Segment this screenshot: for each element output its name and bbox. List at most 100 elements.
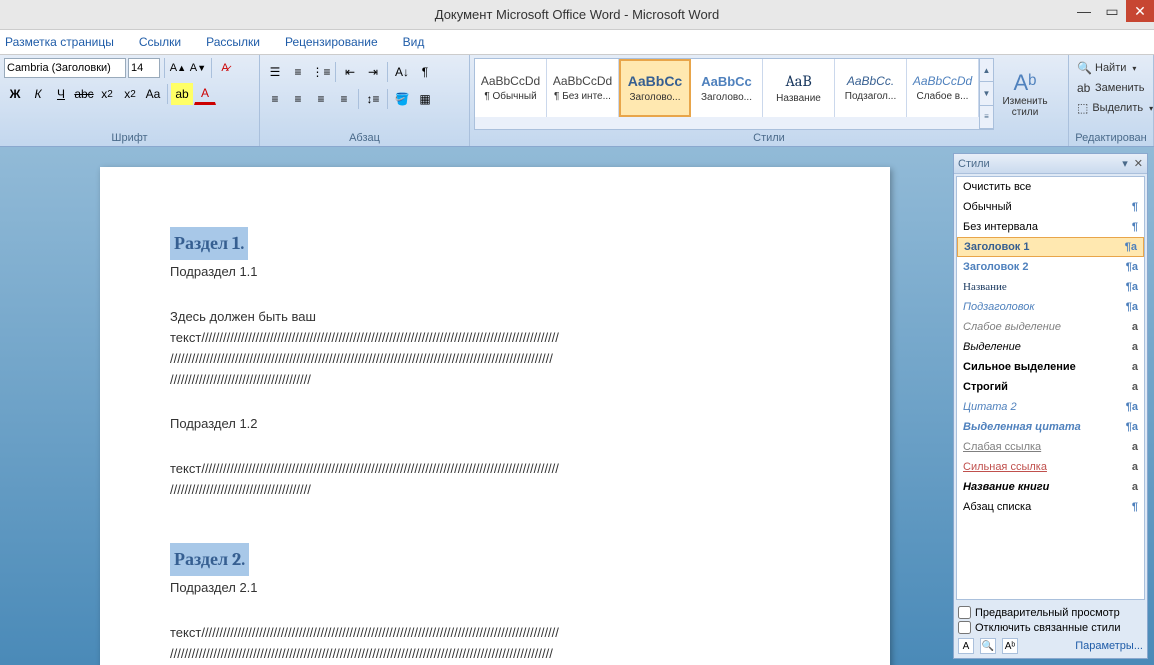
style-gallery-item[interactable]: AaBbCcЗаголово... [619,59,691,117]
window-controls: — ▭ ✕ [1070,0,1154,22]
style-list[interactable]: Очистить всеОбычный¶Без интервала¶Заголо… [956,176,1145,600]
change-case-button[interactable]: Aa [142,83,164,105]
style-list-item[interactable]: Очистить все [957,177,1144,197]
linked-checkbox[interactable]: Отключить связанные стили [958,621,1143,634]
style-gallery-item[interactable]: AaBНазвание [763,59,835,117]
decrease-indent-button[interactable]: ⇤ [339,61,361,83]
style-list-item[interactable]: Слабая ссылка a [957,437,1144,457]
find-button[interactable]: 🔍Найти▾ [1073,58,1149,78]
style-list-item[interactable]: Строгийa [957,377,1144,397]
style-list-label: Обычный [963,201,1012,213]
page[interactable]: Раздел 1. Подраздел 1.1 Здесь должен быт… [100,167,890,665]
style-list-item[interactable]: Слабое выделениеa [957,317,1144,337]
style-type-icon: a [1132,441,1138,453]
line-spacing-button[interactable]: ↕≡ [362,88,384,110]
style-type-icon: a [1132,341,1138,353]
style-list-item[interactable]: Название¶a [957,277,1144,297]
pane-header[interactable]: Стили ▾ ✕ [954,154,1147,174]
bullets-button[interactable]: ☰ [264,61,286,83]
style-list-label: Название книги [963,481,1049,493]
style-list-item[interactable]: Без интервала¶ [957,217,1144,237]
change-styles-button[interactable]: Aᵇ Изменить стили [1000,58,1050,130]
shrink-font-button[interactable]: A▼ [189,58,207,78]
justify-button[interactable]: ≡ [333,88,355,110]
new-style-button[interactable]: A [958,638,974,654]
style-gallery-item[interactable]: AaBbCcDdСлабое в... [907,59,979,117]
tab-view[interactable]: Вид [403,35,425,49]
tab-mailings[interactable]: Рассылки [206,35,260,49]
ribbon-tabs: Разметка страницы Ссылки Рассылки Реценз… [0,30,1154,55]
align-right-button[interactable]: ≡ [310,88,332,110]
style-list-item[interactable]: Обычный¶ [957,197,1144,217]
style-list-label: Строгий [963,381,1008,393]
body-text: текст///////////////////////////////////… [170,461,820,478]
manage-styles-button[interactable]: Aᵇ [1002,638,1018,654]
shading-button[interactable]: 🪣 [391,88,413,110]
style-type-icon: ¶a [1125,241,1137,253]
params-link[interactable]: Параметры... [1075,640,1143,652]
font-size-select[interactable] [128,58,160,78]
style-gallery-item[interactable]: AaBbCc Заголово... [691,59,763,117]
style-list-item[interactable]: Подзаголовок¶a [957,297,1144,317]
style-list-item[interactable]: Заголовок 2¶a [957,257,1144,277]
font-color-button[interactable]: A [194,83,216,105]
replace-button[interactable]: abЗаменить [1073,78,1149,98]
strikethrough-button[interactable]: abc [73,83,95,105]
style-list-item[interactable]: Название книгиa [957,477,1144,497]
increase-indent-button[interactable]: ⇥ [362,61,384,83]
show-marks-button[interactable]: ¶ [414,61,436,83]
tab-review[interactable]: Рецензирование [285,35,378,49]
align-center-button[interactable]: ≡ [287,88,309,110]
tab-page-layout[interactable]: Разметка страницы [5,35,114,49]
style-gallery-item[interactable]: AaBbCc.Подзагол... [835,59,907,117]
style-type-icon: ¶a [1126,261,1138,273]
style-sample: AaBbCc [701,74,752,89]
style-gallery-item[interactable]: AaBbCcDd¶ Обычный [475,59,547,117]
highlight-button[interactable]: ab [171,83,193,105]
style-name-label: Заголово... [701,92,752,103]
tab-references[interactable]: Ссылки [139,35,181,49]
minimize-button[interactable]: — [1070,0,1098,22]
superscript-button[interactable]: x2 [119,83,141,105]
maximize-button[interactable]: ▭ [1098,0,1126,22]
subscript-button[interactable]: x2 [96,83,118,105]
style-type-icon: ¶ [1132,501,1138,513]
clear-formatting-button[interactable]: A̷ [216,58,234,78]
style-list-item[interactable]: Абзац списка¶ [957,497,1144,517]
style-name-label: Заголово... [630,92,681,103]
bold-button[interactable]: Ж [4,83,26,105]
preview-checkbox[interactable]: Предварительный просмотр [958,606,1143,619]
body-text: ////////////////////////////////////////… [170,646,820,663]
grow-font-button[interactable]: A▲ [169,58,187,78]
document-area[interactable]: Раздел 1. Подраздел 1.1 Здесь должен быт… [0,147,951,665]
style-list-item[interactable]: Цитата 2¶a [957,397,1144,417]
style-type-icon: ¶a [1126,281,1138,293]
style-list-item[interactable]: Сильная ссылкаa [957,457,1144,477]
style-gallery-item[interactable]: AaBbCcDd¶ Без инте... [547,59,619,117]
gallery-more-button[interactable]: ≡ [980,106,993,129]
borders-button[interactable]: ▦ [414,88,436,110]
underline-button[interactable]: Ч [50,83,72,105]
pane-footer: Предварительный просмотр Отключить связа… [954,602,1147,658]
gallery-down-button[interactable]: ▼ [980,82,993,105]
style-sample: AaBbCcDd [481,74,540,88]
select-button[interactable]: ⬚Выделить▾ [1073,98,1149,118]
sort-button[interactable]: A↓ [391,61,413,83]
heading-1: Раздел 1. [174,233,244,254]
style-list-label: Слабая ссылка [963,441,1041,453]
gallery-up-button[interactable]: ▲ [980,59,993,82]
close-pane-button[interactable]: ✕ [1134,157,1143,170]
multilevel-button[interactable]: ⋮≡ [310,61,332,83]
font-name-select[interactable] [4,58,126,78]
italic-button[interactable]: К [27,83,49,105]
style-inspector-button[interactable]: 🔍 [980,638,996,654]
style-list-item[interactable]: Заголовок 1¶a [957,237,1144,257]
style-list-item[interactable]: Выделенная цитата¶a [957,417,1144,437]
align-left-button[interactable]: ≡ [264,88,286,110]
numbering-button[interactable]: ≡ [287,61,309,83]
pane-dropdown-icon[interactable]: ▾ [1122,157,1128,170]
style-list-item[interactable]: Выделениеa [957,337,1144,357]
style-list-item[interactable]: Сильное выделениеa [957,357,1144,377]
body-text: текст///////////////////////////////////… [170,625,820,642]
close-button[interactable]: ✕ [1126,0,1154,22]
